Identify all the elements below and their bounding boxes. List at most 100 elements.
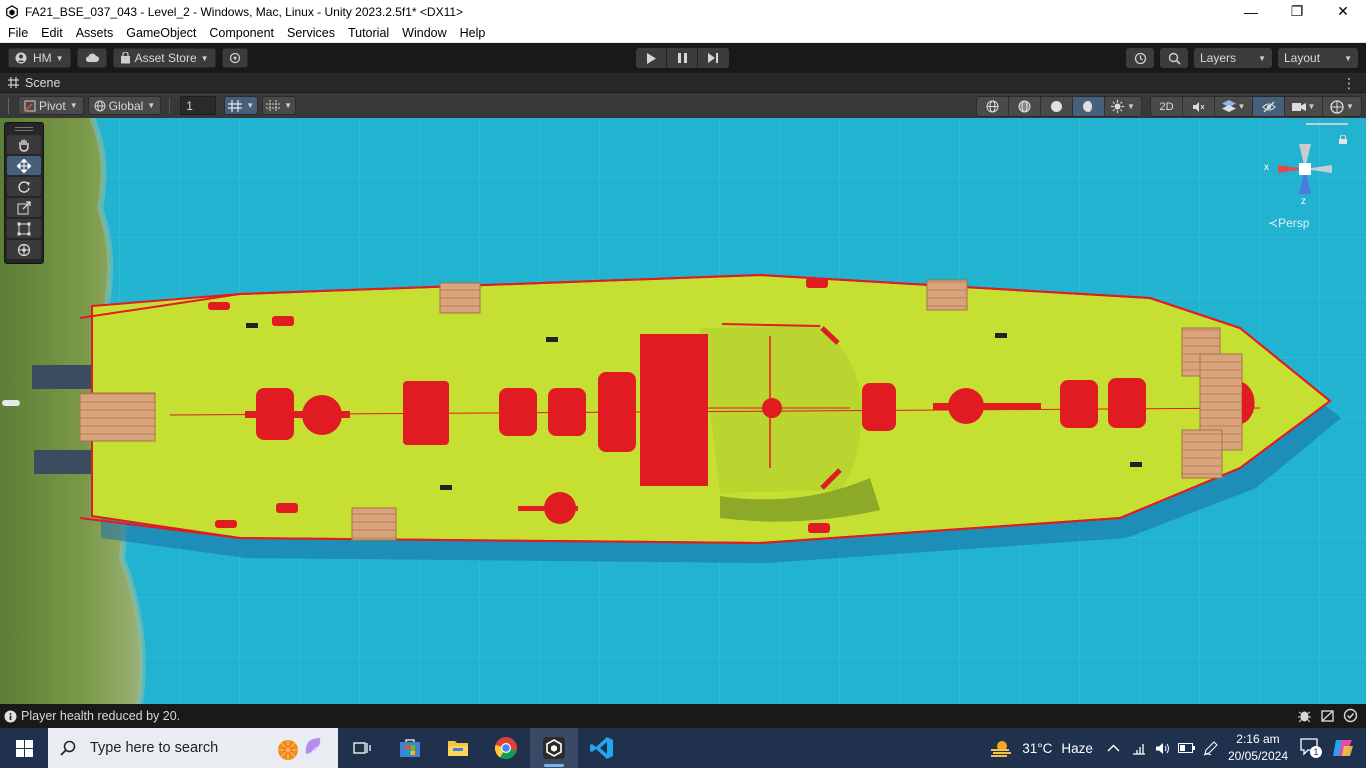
shaded-wireframe-icon: [1018, 100, 1031, 113]
minimize-button[interactable]: —: [1228, 0, 1274, 23]
cloud-button[interactable]: [76, 48, 107, 68]
window-title: FA21_BSE_037_043 - Level_2 - Windows, Ma…: [25, 4, 464, 19]
menu-component[interactable]: Component: [201, 26, 279, 40]
vscode-icon: [590, 737, 613, 759]
copilot-icon[interactable]: [1332, 738, 1354, 758]
chevron-up-icon[interactable]: [1107, 744, 1120, 752]
chevron-down-icon: ▼: [69, 101, 78, 110]
asset-store-dropdown[interactable]: Asset Store ▼: [112, 48, 216, 68]
pause-icon: [677, 53, 687, 63]
gizmos-toggle-button[interactable]: ▼: [1323, 97, 1361, 116]
play-icon: [647, 52, 656, 64]
grid-snapping-toggle[interactable]: ▼: [224, 96, 259, 115]
menu-services[interactable]: Services: [279, 26, 340, 40]
audio-toggle-button[interactable]: [1183, 97, 1215, 116]
battery-icon[interactable]: [1177, 743, 1195, 753]
taskbar-microsoft-store[interactable]: [386, 728, 434, 768]
orientation-gizmo[interactable]: x z ≺Persp: [1258, 122, 1348, 232]
speaker-icon[interactable]: [1155, 742, 1170, 755]
lighting-options-button[interactable]: ▼: [1105, 97, 1141, 116]
pause-button[interactable]: [667, 48, 698, 68]
menu-assets[interactable]: Assets: [68, 26, 119, 40]
deck-barrel: [499, 388, 537, 436]
taskbar-chrome[interactable]: [482, 728, 530, 768]
cache-server-icon[interactable]: [1320, 708, 1335, 723]
rotate-icon: [18, 180, 30, 193]
more-options-icon[interactable]: ⋮: [1342, 75, 1356, 92]
grid-snap-icon: [228, 99, 243, 112]
status-check-icon[interactable]: [1343, 708, 1358, 723]
menu-bar: File Edit Assets GameObject Component Se…: [0, 23, 1366, 43]
deck-barrel: [548, 388, 586, 436]
palette-grip[interactable]: [15, 127, 33, 131]
bug-icon[interactable]: [1297, 708, 1312, 723]
taskbar-vscode[interactable]: [578, 728, 626, 768]
chevron-down-icon: ▼: [284, 101, 293, 110]
scene-visibility-toggle[interactable]: [1253, 97, 1285, 116]
menu-help[interactable]: Help: [452, 26, 491, 40]
scale-icon: [17, 200, 31, 214]
close-button[interactable]: ✕: [1320, 0, 1366, 23]
taskbar-clock[interactable]: 2:16 am 20/05/2024: [1228, 731, 1288, 765]
weather-widget[interactable]: 31°C Haze: [990, 738, 1093, 758]
transform-icon: [17, 243, 31, 256]
eye-hidden-icon: [1261, 101, 1276, 112]
task-view-button[interactable]: [338, 728, 386, 768]
console-status-bar[interactable]: Player health reduced by 20.: [0, 704, 1366, 728]
search-highlight-flower-icon: [278, 738, 325, 760]
scene-toolbar: Pivot ▼ Global ▼ 1 ▼ ▼ ▼ 2D ▼ ▼ ▼: [0, 93, 1366, 118]
rotate-tool[interactable]: [7, 177, 41, 196]
2d-toggle-button[interactable]: 2D: [1151, 97, 1183, 116]
grid-increment-field[interactable]: 1: [180, 96, 217, 115]
user-icon: [15, 52, 27, 64]
play-button[interactable]: [636, 48, 667, 68]
taskbar-file-explorer[interactable]: [434, 728, 482, 768]
effects-toggle-button[interactable]: ▼: [1215, 97, 1253, 116]
wireframe-mode-button[interactable]: [977, 97, 1009, 116]
step-icon: [708, 53, 718, 63]
chevron-down-icon: ▼: [1307, 102, 1316, 111]
layers-dropdown[interactable]: Layers ▼: [1194, 48, 1272, 68]
step-button[interactable]: [698, 48, 729, 68]
scene-render: [0, 118, 1366, 704]
pivot-dropdown[interactable]: Pivot ▼: [18, 96, 84, 115]
lock-icon[interactable]: [1339, 135, 1347, 144]
tab-scene[interactable]: Scene: [0, 76, 60, 90]
menu-edit[interactable]: Edit: [33, 26, 68, 40]
scale-tool[interactable]: [7, 198, 41, 217]
start-button[interactable]: [0, 728, 48, 768]
windows-logo-icon: [15, 739, 33, 757]
taskbar-search-box[interactable]: Type here to search: [48, 728, 338, 768]
search-button[interactable]: [1160, 48, 1188, 68]
transform-tool[interactable]: [7, 240, 41, 259]
menu-window[interactable]: Window: [394, 26, 451, 40]
menu-file[interactable]: File: [0, 26, 33, 40]
view-tool[interactable]: [7, 135, 41, 154]
rect-tool[interactable]: [7, 219, 41, 238]
menu-gameobject[interactable]: GameObject: [118, 26, 201, 40]
lit-mode-button[interactable]: [1073, 97, 1105, 116]
move-tool[interactable]: [7, 156, 41, 175]
undo-history-button[interactable]: [1126, 48, 1154, 68]
pen-icon[interactable]: [1203, 740, 1218, 756]
shaded-wireframe-button[interactable]: [1009, 97, 1041, 116]
playmode-controls: [636, 48, 729, 68]
maximize-button[interactable]: ❐: [1274, 0, 1320, 23]
layout-dropdown[interactable]: Layout ▼: [1278, 48, 1358, 68]
scene-viewport[interactable]: x z ≺Persp: [0, 118, 1366, 704]
menu-tutorial[interactable]: Tutorial: [340, 26, 394, 40]
global-label: Global: [108, 98, 144, 113]
projection-label[interactable]: ≺Persp: [1268, 216, 1309, 230]
global-dropdown[interactable]: Global ▼: [87, 96, 162, 115]
account-dropdown[interactable]: HM ▼: [8, 48, 71, 68]
network-icon[interactable]: [1132, 742, 1147, 755]
shaded-mode-button[interactable]: [1041, 97, 1073, 116]
audio-mute-icon: [1193, 101, 1205, 112]
notifications-button[interactable]: 1: [1300, 737, 1322, 759]
version-control-button[interactable]: [221, 48, 248, 68]
chevron-down-icon: ▼: [1346, 102, 1354, 111]
incremental-snap-toggle[interactable]: ▼: [262, 96, 297, 115]
camera-settings-button[interactable]: ▼: [1285, 97, 1323, 116]
taskbar-unity[interactable]: [530, 728, 578, 768]
chevron-down-icon: ▼: [1237, 102, 1246, 111]
